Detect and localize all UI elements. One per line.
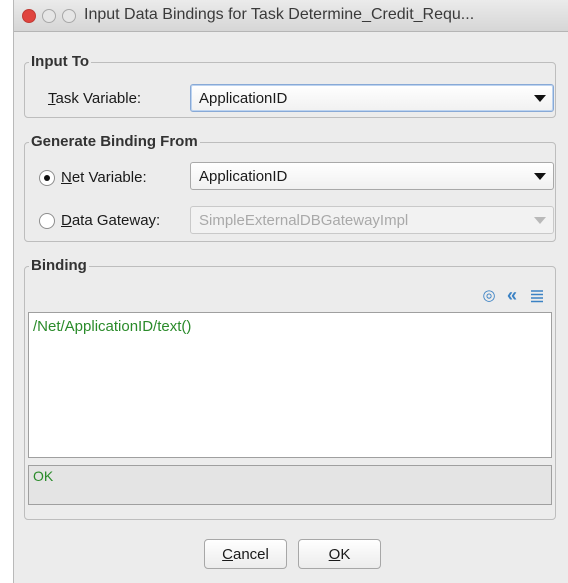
title-bar[interactable]: Input Data Bindings for Task Determine_C… [14, 0, 568, 32]
data-gateway-radio[interactable] [39, 213, 55, 229]
net-variable-select[interactable]: ApplicationID [190, 162, 554, 190]
task-variable-value: ApplicationID [199, 89, 288, 107]
chevron-down-icon [534, 217, 546, 224]
data-gateway-value: SimpleExternalDBGatewayImpl [199, 211, 409, 229]
minimize-window-button[interactable] [42, 9, 56, 23]
task-variable-label-rest: ask Variable: [55, 90, 142, 107]
task-variable-label: Task Variable: [48, 89, 141, 109]
chevron-down-icon [534, 95, 546, 102]
chevron-down-icon [534, 173, 546, 180]
cancel-mnemonic: C [222, 545, 233, 563]
cancel-label-rest: ancel [232, 545, 269, 563]
generate-binding-legend: Generate Binding From [29, 132, 200, 152]
maximize-window-button[interactable] [62, 9, 76, 23]
dialog-window: Input Data Bindings for Task Determine_C… [14, 0, 568, 583]
binding-status-box: OK [28, 465, 552, 505]
data-gateway-mnemonic: D [61, 212, 72, 229]
task-variable-select[interactable]: ApplicationID [190, 84, 554, 112]
net-variable-label[interactable]: Net Variable: [61, 168, 147, 188]
task-variable-mnemonic: T [48, 90, 56, 107]
net-variable-label-rest: et Variable: [71, 169, 147, 186]
net-variable-radio[interactable] [39, 170, 55, 186]
format-lines-icon[interactable] [530, 289, 544, 303]
close-window-button[interactable] [22, 9, 36, 23]
net-variable-value: ApplicationID [199, 167, 288, 185]
data-gateway-label-rest: ata Gateway: [71, 212, 161, 229]
input-to-legend: Input To [29, 52, 92, 72]
double-chevron-left-icon[interactable]: « [503, 286, 521, 304]
radio-selected-dot [44, 175, 50, 181]
binding-expression-editor[interactable]: /Net/ApplicationID/text() [28, 312, 552, 458]
ok-label-rest: K [340, 545, 351, 563]
binding-legend: Binding [29, 256, 89, 276]
net-variable-mnemonic: N [61, 169, 72, 186]
data-gateway-select: SimpleExternalDBGatewayImpl [190, 206, 554, 234]
binding-expression-text: /Net/ApplicationID/text() [33, 318, 192, 335]
cancel-button[interactable]: Cancel [204, 539, 287, 569]
window-title: Input Data Bindings for Task Determine_C… [84, 6, 475, 23]
background-page-edge [0, 0, 14, 583]
ok-mnemonic: O [328, 545, 341, 563]
data-gateway-label[interactable]: Data Gateway: [61, 211, 160, 231]
target-icon[interactable]: ◎ [481, 288, 497, 304]
ok-button[interactable]: OK [298, 539, 381, 569]
binding-status-text: OK [33, 468, 54, 484]
